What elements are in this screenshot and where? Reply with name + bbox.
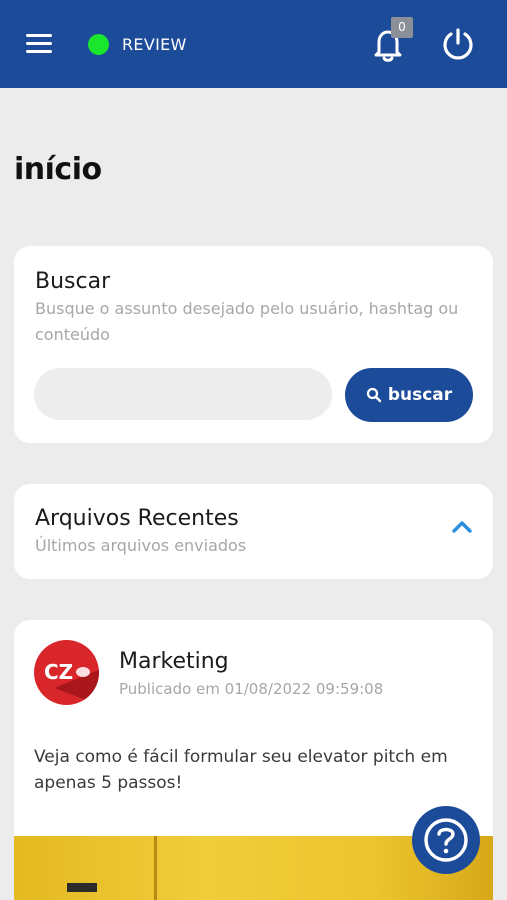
help-icon: [424, 818, 468, 862]
notification-badge: 0: [391, 17, 413, 38]
search-input[interactable]: [34, 368, 332, 420]
search-subtitle: Busque o assunto desejado pelo usuário, …: [35, 299, 459, 344]
search-button-label: buscar: [387, 385, 453, 405]
menu-icon[interactable]: [26, 34, 54, 54]
avatar: CZ: [34, 640, 99, 705]
recent-files-title: Arquivos Recentes: [35, 506, 239, 531]
recent-files-card[interactable]: Arquivos Recentes Últimos arquivos envia…: [14, 484, 493, 579]
search-button[interactable]: buscar: [345, 368, 473, 422]
recent-files-subtitle: Últimos arquivos enviados: [35, 536, 247, 555]
post-date: Publicado em 01/08/2022 09:59:08: [119, 680, 384, 698]
help-button[interactable]: [412, 806, 480, 874]
avatar-text: CZ: [44, 660, 73, 684]
top-bar: REVIEW 0: [0, 0, 507, 88]
search-card: Buscar Busque o assunto desejado pelo us…: [14, 246, 493, 443]
chevron-up-icon[interactable]: [451, 518, 473, 534]
page-title: início: [14, 152, 102, 187]
search-icon: [366, 387, 382, 403]
post-text: Veja como é fácil formular seu elevator …: [34, 747, 448, 793]
power-icon[interactable]: [441, 27, 475, 61]
door-sign: [67, 883, 97, 892]
status-indicator: [88, 34, 109, 55]
door-seam: [154, 836, 157, 900]
post-author[interactable]: Marketing: [119, 649, 229, 674]
status-label: REVIEW: [122, 35, 187, 54]
search-title: Buscar: [35, 269, 111, 294]
